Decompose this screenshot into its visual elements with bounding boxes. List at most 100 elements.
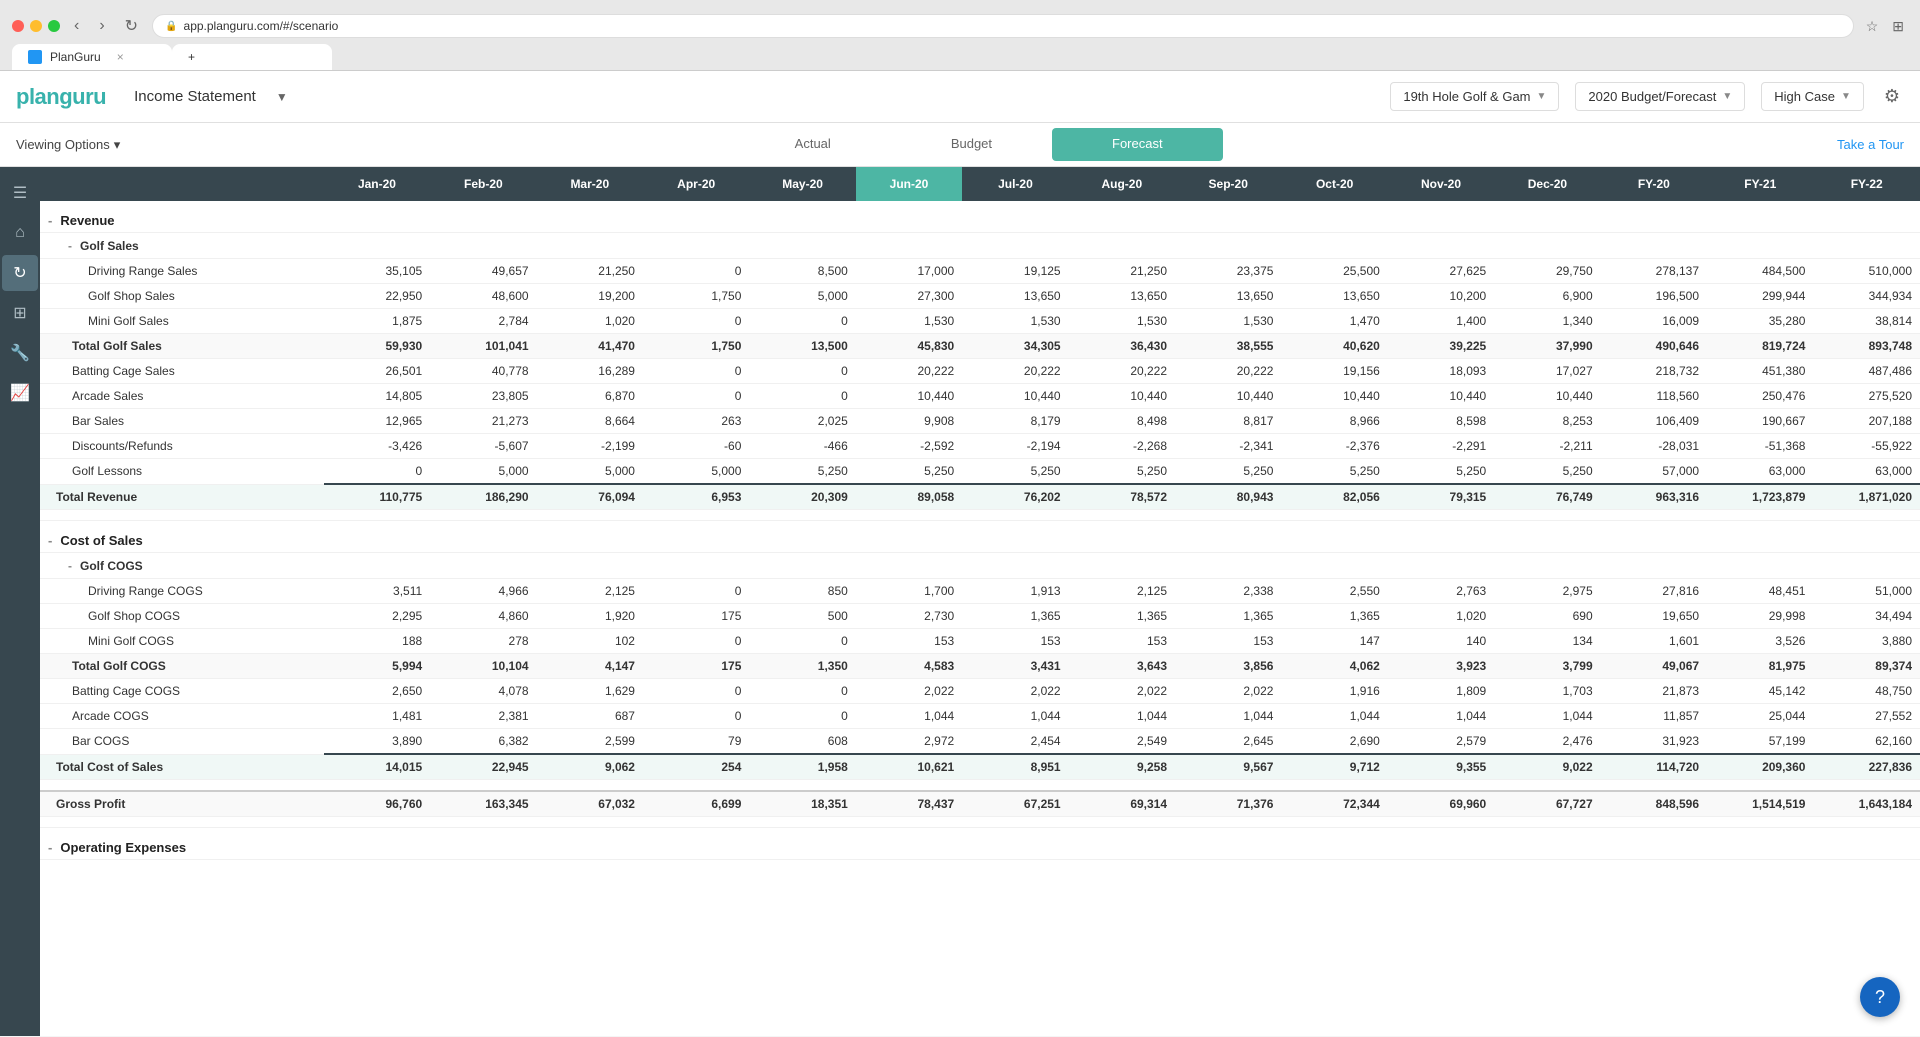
settings-button[interactable]: ⚙ (1880, 82, 1904, 111)
tab-budget[interactable]: Budget (891, 128, 1052, 161)
table-cell: 8,498 (1069, 409, 1175, 434)
table-cell: 5,000 (643, 459, 749, 485)
maximize-dot[interactable] (48, 20, 60, 32)
table-cell: 134 (1494, 629, 1600, 654)
table-cell: 3,923 (1388, 654, 1494, 679)
tour-link[interactable]: Take a Tour (1837, 137, 1904, 152)
table-cell: 78,572 (1069, 484, 1175, 510)
sub-section-header: -Golf COGS (40, 553, 1920, 579)
table-cell: 63,000 (1813, 459, 1920, 485)
table-cell: 67,727 (1494, 791, 1600, 817)
browser-tab[interactable]: PlanGuru × (12, 44, 172, 70)
section-header: -Revenue (40, 201, 1920, 233)
new-tab-button[interactable]: + (172, 44, 332, 70)
row-label: Golf Shop COGS (40, 604, 324, 629)
income-statement-chevron[interactable]: ▼ (276, 90, 288, 104)
viewing-options[interactable]: Viewing Options ▾ (16, 137, 120, 153)
table-cell: 2,599 (537, 729, 643, 755)
table-cell: 1,481 (324, 704, 430, 729)
table-cell: 2,022 (962, 679, 1068, 704)
table-cell: 37,990 (1494, 334, 1600, 359)
row-label: Mini Golf COGS (40, 629, 324, 654)
section-header: -Operating Expenses (40, 828, 1920, 860)
sidebar-menu-icon[interactable]: ☰ (2, 175, 38, 211)
address-bar[interactable]: 🔒 app.planguru.com/#/scenario (152, 14, 1854, 38)
scenario-dropdown[interactable]: High Case ▼ (1761, 82, 1864, 111)
table-cell: 34,305 (962, 334, 1068, 359)
extensions-button[interactable]: ⊞ (1888, 16, 1908, 37)
help-button[interactable]: ? (1860, 977, 1900, 1017)
close-dot[interactable] (12, 20, 24, 32)
table-cell: 1,700 (856, 579, 962, 604)
table-cell: 2,549 (1069, 729, 1175, 755)
row-label: Batting Cage Sales (40, 359, 324, 384)
table-cell: 848,596 (1601, 791, 1707, 817)
table-cell: 10,440 (856, 384, 962, 409)
table-cell: 69,314 (1069, 791, 1175, 817)
table-cell: 10,440 (962, 384, 1068, 409)
tab-close-button[interactable]: × (117, 50, 124, 64)
table-cell: 6,382 (430, 729, 536, 755)
tab-actual[interactable]: Actual (735, 128, 891, 161)
table-cell: 67,251 (962, 791, 1068, 817)
table-cell: 963,316 (1601, 484, 1707, 510)
table-cell: 2,975 (1494, 579, 1600, 604)
table-cell: 38,555 (1175, 334, 1281, 359)
table-cell: 1,913 (962, 579, 1068, 604)
table-cell: 63,000 (1707, 459, 1813, 485)
refresh-button[interactable]: ↻ (119, 14, 144, 38)
sidebar-chart-icon[interactable]: ↻ (2, 255, 38, 291)
scenario-name: High Case (1774, 89, 1835, 104)
table-cell: 1,044 (1494, 704, 1600, 729)
table-cell: 22,945 (430, 754, 536, 780)
table-cell: 27,300 (856, 284, 962, 309)
table-cell: 3,526 (1707, 629, 1813, 654)
table-cell: -466 (749, 434, 855, 459)
sidebar-home-icon[interactable]: ⌂ (2, 215, 38, 251)
sidebar-analytics-icon[interactable]: 📈 (2, 375, 38, 411)
table-cell: 5,250 (1175, 459, 1281, 485)
back-button[interactable]: ‹ (68, 15, 85, 37)
forward-button[interactable]: › (93, 15, 110, 37)
table-cell: 2,784 (430, 309, 536, 334)
col-nov20: Nov-20 (1388, 167, 1494, 201)
table-cell: 500 (749, 604, 855, 629)
sidebar-tools-icon[interactable]: 🔧 (2, 335, 38, 371)
period-dropdown[interactable]: 2020 Budget/Forecast ▼ (1575, 82, 1745, 111)
table-cell: 21,873 (1601, 679, 1707, 704)
table-cell: 89,374 (1813, 654, 1920, 679)
tab-forecast[interactable]: Forecast (1052, 128, 1223, 161)
row-label: Total Cost of Sales (40, 754, 324, 780)
table-cell: 29,750 (1494, 259, 1600, 284)
table-cell: 39,225 (1388, 334, 1494, 359)
table-cell: 263 (643, 409, 749, 434)
row-label: Bar Sales (40, 409, 324, 434)
table-cell: 153 (1175, 629, 1281, 654)
table-cell: 23,805 (430, 384, 536, 409)
table-cell: 0 (643, 679, 749, 704)
table-cell: 2,763 (1388, 579, 1494, 604)
table-cell: 69,960 (1388, 791, 1494, 817)
table-cell: 80,943 (1175, 484, 1281, 510)
table-cell: 1,750 (643, 284, 749, 309)
star-button[interactable]: ☆ (1862, 16, 1883, 37)
browser-controls: ‹ › ↻ 🔒 app.planguru.com/#/scenario ☆ ⊞ (12, 8, 1908, 44)
table-container[interactable]: Jan-20 Feb-20 Mar-20 Apr-20 May-20 Jun-2… (40, 167, 1920, 1036)
table-cell: 4,966 (430, 579, 536, 604)
table-cell: 36,430 (1069, 334, 1175, 359)
company-dropdown[interactable]: 19th Hole Golf & Gam ▼ (1390, 82, 1559, 111)
table-cell: 5,250 (1494, 459, 1600, 485)
table-cell: 278 (430, 629, 536, 654)
table-cell: 48,750 (1813, 679, 1920, 704)
sidebar-dashboard-icon[interactable]: ⊞ (2, 295, 38, 331)
table-cell: 35,280 (1707, 309, 1813, 334)
table-cell: 118,560 (1601, 384, 1707, 409)
minimize-dot[interactable] (30, 20, 42, 32)
table-cell: 8,253 (1494, 409, 1600, 434)
table-cell: 5,250 (1388, 459, 1494, 485)
table-cell: -2,376 (1281, 434, 1387, 459)
table-cell: 175 (643, 604, 749, 629)
row-label: Driving Range Sales (40, 259, 324, 284)
table-cell: 38,814 (1813, 309, 1920, 334)
row-label: Mini Golf Sales (40, 309, 324, 334)
